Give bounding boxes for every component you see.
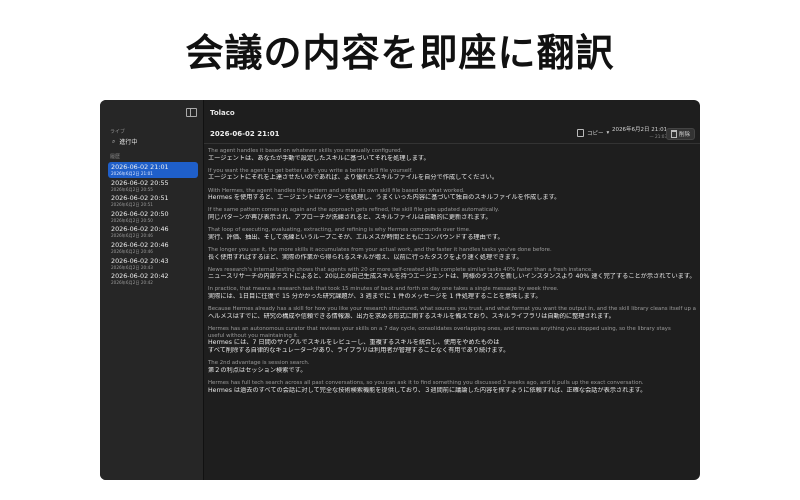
source-text: The 2nd advantage is session search.	[208, 360, 310, 367]
session-title: 2026-06-02 20:50	[111, 209, 169, 218]
session-subtitle: 2026年6月2日 20:50	[111, 217, 153, 223]
session-list: 2026-06-02 21:01 2026年6月2日 21:01 2026-06…	[108, 162, 198, 287]
copy-icon	[577, 129, 584, 137]
translated-text: 実行、評価、抽出、そして洗練というループこそが、エルメスが時間とともにコンパウン…	[208, 233, 504, 241]
transcript-segment: In practice, that means a research task …	[208, 286, 696, 301]
source-text: That loop of executing, evaluating, extr…	[208, 227, 471, 234]
transcript-segment: Hermes has full tech search across all p…	[208, 380, 696, 395]
session-date-main: 2026年6月2日 21:01	[612, 127, 668, 133]
session-item[interactable]: 2026-06-02 20:42 2026年6月2日 20:42	[108, 271, 198, 287]
translated-text-continued: すべて削除する自律的なキュレーターがあり、ライブラリは利用者が管理することなく有…	[208, 347, 510, 355]
session-item[interactable]: 2026-06-02 20:50 2026年6月2日 20:50	[108, 209, 198, 225]
session-item[interactable]: 2026-06-02 20:46 2026年6月2日 20:46	[108, 224, 198, 240]
source-text: The agent handles it based on whatever s…	[208, 148, 403, 154]
translated-text: ニュースリサーチの内部テストによると、20以上の自己生成スキルを持つエージェント…	[208, 273, 696, 281]
session-subtitle: 2026年6月2日 20:51	[111, 202, 153, 208]
trash-icon	[670, 130, 677, 138]
translated-text: エージェントは、あなたが手動で設定したスキルに基づいてそれを処理します。	[208, 154, 430, 162]
transcript-segment: If the same pattern comes up again and t…	[208, 207, 696, 222]
translated-text: 第２の利点はセッション検索です。	[208, 367, 307, 374]
session-subtitle: 2026年6月2日 20:46	[111, 248, 153, 254]
sidebar-toggle-icon[interactable]	[186, 108, 197, 117]
transcript-segment: News research's internal testing shows t…	[208, 267, 696, 282]
sidebar: ライブ ⌕ 進行中 履歴 2026-06-02 21:01 2026年6月2日 …	[100, 100, 204, 480]
source-text: Because Hermes already has a skill for h…	[208, 306, 696, 313]
transcript-segment: The 2nd advantage is session search. 第２の…	[208, 360, 696, 375]
session-title: 2026-06-02 20:46	[111, 240, 169, 249]
translated-text: 長く使用すればするほど、実際の作業から得られるスキルが増え、以前に行ったタスクを…	[208, 253, 523, 261]
session-subtitle: 2026年6月2日 20:43	[111, 264, 153, 270]
source-text: In practice, that means a research task …	[208, 286, 559, 293]
transcript-segment: If you want the agent to get better at i…	[208, 168, 696, 183]
session-subtitle: 2026年6月2日 20:42	[111, 280, 153, 286]
live-session-item[interactable]: ⌕ 進行中	[112, 137, 138, 147]
session-title: 2026-06-02 20:43	[111, 256, 169, 265]
source-text-continued: useful without you maintaining it.	[208, 332, 299, 339]
copy-label: コピー	[587, 131, 604, 137]
transcript: The agent handles it based on whatever s…	[208, 148, 696, 400]
delete-button[interactable]: 削除	[665, 128, 695, 140]
live-session-label: 進行中	[119, 139, 138, 146]
app-window: ライブ ⌕ 進行中 履歴 2026-06-02 21:01 2026年6月2日 …	[100, 100, 700, 480]
transcript-segment: That loop of executing, evaluating, extr…	[208, 227, 696, 242]
source-text: If you want the agent to get better at i…	[208, 167, 413, 174]
source-text: With Hermes, the agent handles the patte…	[208, 187, 465, 194]
session-date: 2026年6月2日 21:01 — 21:03	[612, 127, 667, 139]
app-title: Tolaco	[210, 109, 235, 117]
translated-text: エージェントにそれを上達させたいのであれば、より優れたスキルファイルを自分で作成…	[208, 174, 499, 182]
transcript-segment: Because Hermes already has a skill for h…	[208, 306, 696, 321]
source-text: The longer you use it, the more skills i…	[208, 246, 552, 253]
session-date-end: — 21:03	[649, 134, 668, 139]
translated-text: Hermes を使用すると、エージェントはパターンを処理し、うまくいった内容に基…	[208, 194, 561, 202]
chevron-down-icon: ▾	[606, 130, 610, 136]
source-text: If the same pattern comes up again and t…	[208, 207, 500, 214]
live-section-label: ライブ	[110, 129, 126, 135]
session-item[interactable]: 2026-06-02 20:46 2026年6月2日 20:46	[108, 240, 198, 256]
toolbar-divider	[204, 143, 700, 144]
session-item[interactable]: 2026-06-02 20:51 2026年6月2日 20:51	[108, 193, 198, 209]
translated-text: 同じパターンが再び表示され、アプローチが洗練されると、スキルファイルは自動的に更…	[208, 213, 492, 221]
session-item[interactable]: 2026-06-02 20:55 2026年6月2日 20:55	[108, 178, 198, 194]
session-subtitle: 2026年6月2日 20:46	[111, 233, 153, 239]
session-title: 2026-06-02 21:01	[111, 163, 169, 171]
session-title: 2026-06-02 20:55	[111, 178, 169, 187]
session-subtitle: 2026年6月2日 21:01	[111, 171, 153, 176]
source-text: News research's internal testing shows t…	[208, 266, 593, 273]
session-item[interactable]: 2026-06-02 20:43 2026年6月2日 20:43	[108, 256, 198, 272]
source-text: Hermes has full tech search across all p…	[208, 380, 644, 387]
document-title: 2026-06-02 21:01	[210, 130, 280, 138]
delete-label: 削除	[678, 132, 690, 138]
main-panel: Tolaco 2026-06-02 21:01 コピー ▾ 2026年6月2日 …	[204, 100, 700, 480]
transcript-segment: With Hermes, the agent handles the patte…	[208, 188, 696, 203]
transcript-segment: The agent handles it based on whatever s…	[208, 148, 696, 163]
copy-button[interactable]: コピー ▾	[577, 129, 609, 137]
source-text: Hermes has an autonomous curator that re…	[208, 326, 671, 333]
session-item[interactable]: 2026-06-02 21:01 2026年6月2日 21:01	[108, 162, 198, 178]
history-section-label: 履歴	[110, 154, 121, 160]
transcript-segment: Hermes has an autonomous curator that re…	[208, 326, 696, 355]
search-icon: ⌕	[112, 137, 116, 145]
translated-text: ヘルメスはすでに、研究の構成や信頼できる情報源、出力を求める形式に関するスキルを…	[208, 312, 615, 320]
marketing-headline: 会議の内容を即座に翻訳	[185, 31, 615, 75]
translated-text: 実際には、1日目に往復で 15 分かかった研究課題が、3 週までに 1 件のメッ…	[208, 293, 542, 301]
translated-text: Hermes には、7 日間のサイクルでスキルをレビューし、重複するスキルを統合…	[208, 339, 500, 347]
translated-text: Hermes は過去のすべての会話に対して完全な技術検索機能を提供しており、３週…	[208, 386, 647, 394]
transcript-segment: The longer you use it, the more skills i…	[208, 247, 696, 262]
session-subtitle: 2026年6月2日 20:55	[111, 186, 153, 192]
